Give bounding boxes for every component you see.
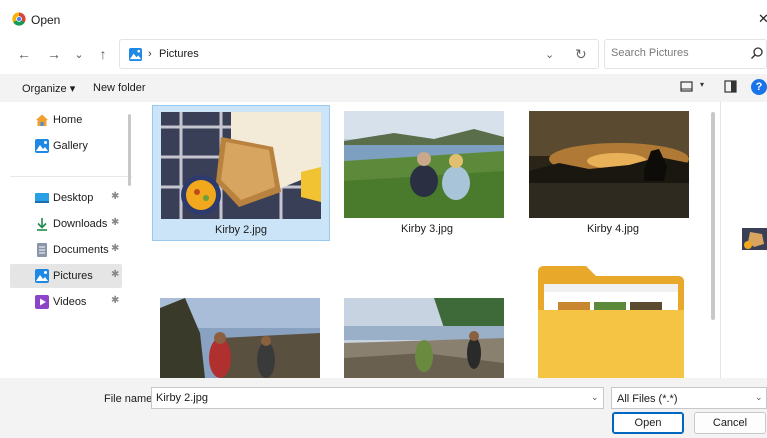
search-icon[interactable] xyxy=(750,46,764,60)
dialog-footer: File name: ⌄ All Files (*.*) ⌄ Open Canc… xyxy=(0,378,767,438)
thumbnail-image xyxy=(161,112,321,219)
file-name-field[interactable] xyxy=(156,392,576,404)
view-options-button[interactable]: ▾ xyxy=(680,80,706,97)
refresh-icon[interactable]: ↻ xyxy=(575,46,587,63)
address-bar[interactable]: › Pictures ⌄ ↻ xyxy=(119,39,599,69)
content-scrollbar[interactable] xyxy=(711,112,715,320)
preview-pane-icon xyxy=(724,80,737,93)
file-item[interactable] xyxy=(338,292,516,378)
file-item-kirby-2[interactable]: Kirby 2.jpg xyxy=(152,105,330,241)
sidebar-item-label: Videos xyxy=(53,296,87,308)
sidebar-divider xyxy=(10,176,132,177)
chevron-down-icon: ⌄ xyxy=(755,392,763,402)
breadcrumb-separator: › xyxy=(148,48,152,60)
file-list: Kirby 2.jpg Kirby 3.jpg Kirby 4.jpg xyxy=(137,102,720,378)
home-icon xyxy=(36,114,48,126)
navigation-pane: Home Gallery Desktop ✱ Downloads ✱ Docum… xyxy=(0,102,137,378)
file-name-label: Kirby 2.jpg xyxy=(215,224,267,236)
sidebar-item-label: Home xyxy=(53,114,83,126)
desktop-icon xyxy=(35,193,49,203)
sidebar-item-home[interactable]: Home xyxy=(10,108,122,132)
file-item-kirby-4[interactable]: Kirby 4.jpg xyxy=(524,105,702,241)
pin-icon[interactable]: ✱ xyxy=(111,191,119,202)
search-input[interactable] xyxy=(611,47,741,59)
file-name-label: Kirby 3.jpg xyxy=(401,223,453,235)
file-name-label: File name: xyxy=(104,393,156,405)
sidebar-item-label: Documents xyxy=(53,244,109,256)
folder-icon xyxy=(538,266,684,378)
preview-pane xyxy=(720,102,767,378)
chrome-icon xyxy=(12,12,26,26)
search-box[interactable] xyxy=(604,39,767,69)
chevron-down-icon[interactable]: ⌄ xyxy=(545,48,554,61)
sidebar-item-downloads[interactable]: Downloads ✱ xyxy=(10,212,122,236)
sidebar-item-documents[interactable]: Documents ✱ xyxy=(10,238,122,262)
window-title: Open xyxy=(31,13,61,27)
gallery-icon xyxy=(35,139,49,153)
command-bar: Organize ▾ New folder ▾ ? xyxy=(0,74,767,102)
new-folder-button[interactable]: New folder xyxy=(93,82,146,94)
thumbnail-image xyxy=(529,111,689,218)
sidebar-item-videos[interactable]: Videos ✱ xyxy=(10,290,122,314)
close-icon[interactable]: ✕ xyxy=(758,11,767,27)
pin-icon[interactable]: ✱ xyxy=(111,243,119,254)
thumbnail-image xyxy=(344,111,504,218)
sidebar-item-label: Desktop xyxy=(53,192,94,204)
thumbnail-image xyxy=(344,298,504,378)
file-name-combobox[interactable]: ⌄ xyxy=(151,387,604,409)
file-type-select[interactable]: All Files (*.*) ⌄ xyxy=(611,387,767,409)
file-type-value: All Files (*.*) xyxy=(617,393,678,405)
sidebar-item-label: Downloads xyxy=(53,218,108,230)
title-bar: Open ✕ xyxy=(0,0,767,36)
address-row: ← → ⌄ ↑ › Pictures ⌄ ↻ xyxy=(0,36,767,74)
up-icon[interactable]: ↑ xyxy=(93,44,113,64)
recent-locations-icon[interactable]: ⌄ xyxy=(69,44,89,64)
open-button[interactable]: Open xyxy=(612,412,684,434)
sidebar-item-desktop[interactable]: Desktop ✱ xyxy=(10,186,122,210)
pin-icon[interactable]: ✱ xyxy=(111,269,119,280)
forward-icon[interactable]: → xyxy=(44,44,64,64)
file-item[interactable] xyxy=(152,292,330,378)
pin-icon[interactable]: ✱ xyxy=(111,217,119,228)
sidebar-item-pictures[interactable]: Pictures ✱ xyxy=(10,264,122,288)
sidebar-item-gallery[interactable]: Gallery xyxy=(10,134,122,158)
file-item-kirby-3[interactable]: Kirby 3.jpg xyxy=(338,105,516,241)
pictures-icon xyxy=(35,269,49,283)
pictures-icon xyxy=(129,48,142,61)
organize-menu[interactable]: Organize ▾ xyxy=(22,82,75,95)
chevron-down-icon[interactable]: ⌄ xyxy=(591,392,599,403)
sidebar-item-label: Gallery xyxy=(53,140,88,152)
help-icon[interactable]: ? xyxy=(751,79,767,95)
preview-pane-button[interactable] xyxy=(724,80,737,96)
breadcrumb-pictures[interactable]: Pictures xyxy=(159,48,199,60)
preview-image xyxy=(742,228,767,250)
back-icon[interactable]: ← xyxy=(14,44,34,64)
folder-item[interactable] xyxy=(524,262,702,378)
pin-icon[interactable]: ✱ xyxy=(111,295,119,306)
chevron-down-icon: ▾ xyxy=(700,80,705,89)
thumbnail-image xyxy=(160,298,320,378)
download-icon xyxy=(37,218,47,231)
sidebar-scrollbar[interactable] xyxy=(128,114,131,186)
file-name-label: Kirby 4.jpg xyxy=(587,223,639,235)
sidebar-item-label: Pictures xyxy=(53,270,93,282)
cancel-button[interactable]: Cancel xyxy=(694,412,766,434)
videos-icon xyxy=(35,295,49,309)
documents-icon xyxy=(37,243,47,257)
